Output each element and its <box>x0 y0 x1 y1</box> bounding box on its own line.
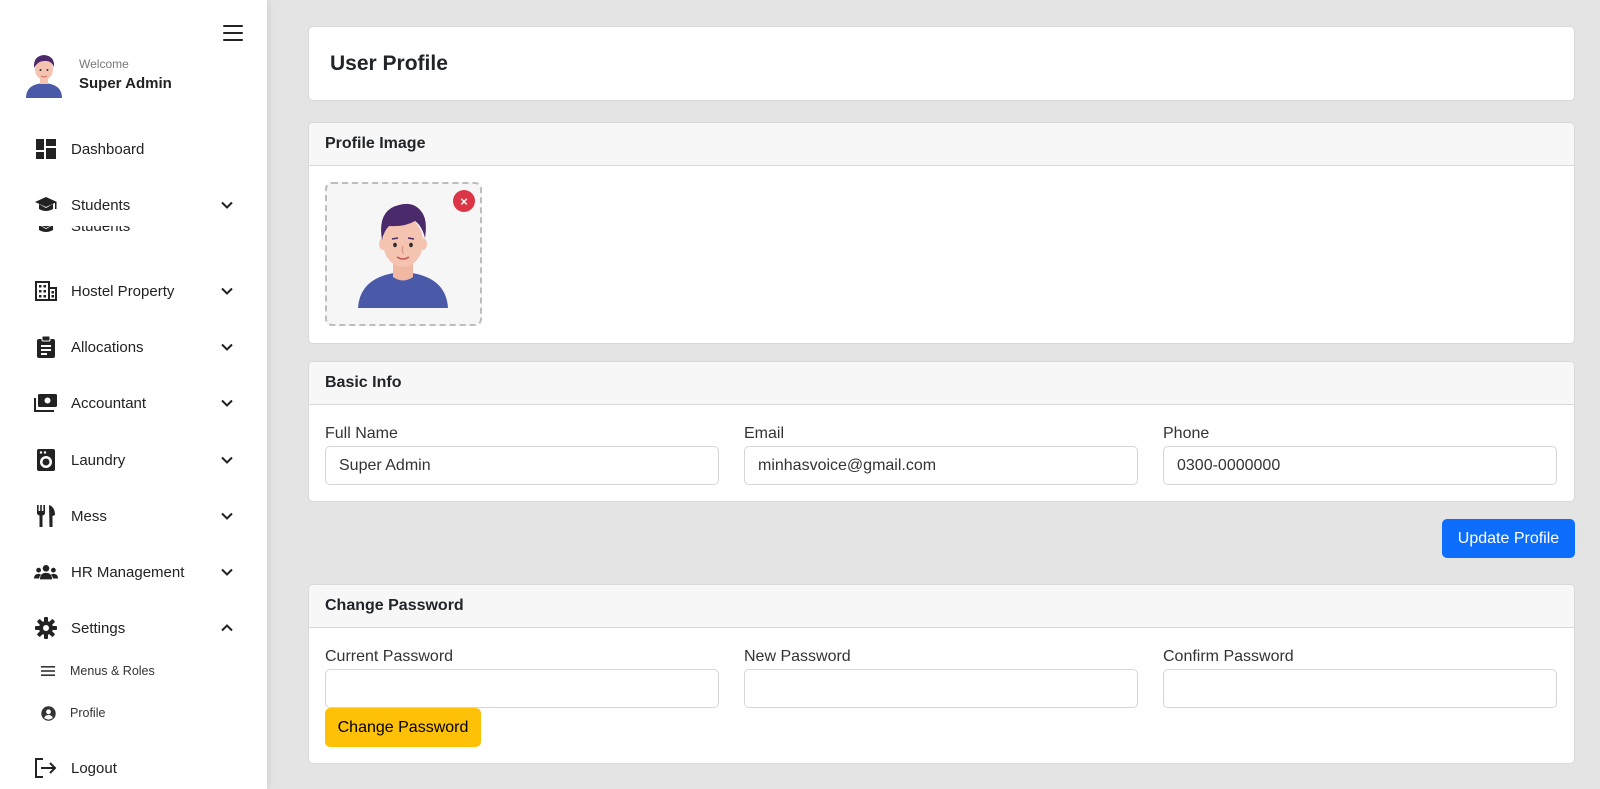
sidebar-subitem-menus-roles[interactable]: Menus & Roles <box>40 660 155 682</box>
sidebar-item-accountant[interactable]: Accountant <box>34 388 234 418</box>
new-password-label: New Password <box>744 648 851 665</box>
sidebar-item-laundry[interactable]: Laundry <box>34 445 234 475</box>
profile-image-header: Profile Image <box>309 123 1574 166</box>
sidebar-item-dashboard[interactable]: Dashboard <box>34 134 234 164</box>
sidebar-item-ghost: Students <box>34 226 234 238</box>
chevron-down-icon <box>221 456 233 464</box>
sidebar-item-label: Hostel Property <box>71 282 175 300</box>
update-profile-button[interactable]: Update Profile <box>1442 519 1575 558</box>
graduation-cap-icon <box>39 226 53 232</box>
sidebar-item-label: HR Management <box>71 563 185 581</box>
phone-label: Phone <box>1163 425 1210 442</box>
avatar <box>26 55 62 98</box>
sidebar-item-label: Laundry <box>71 451 126 469</box>
chevron-down-icon <box>221 512 233 520</box>
sidebar-item-label: Settings <box>71 619 126 637</box>
sidebar-subitem-label: Menus & Roles <box>70 664 155 678</box>
sidebar-subitem-profile[interactable]: Profile <box>40 702 105 724</box>
page-title: User Profile <box>330 51 448 75</box>
current-password-input[interactable] <box>325 669 719 708</box>
user-panel: Welcome Super Admin <box>24 50 172 98</box>
current-password-group: Current Password <box>325 648 719 708</box>
phone-group: Phone <box>1163 425 1557 485</box>
utensils-icon <box>34 504 58 528</box>
email-input[interactable] <box>744 446 1138 485</box>
sidebar: Welcome Super Admin Dashboard Students S… <box>0 0 267 789</box>
chevron-down-icon <box>221 201 233 209</box>
users-icon <box>34 560 58 584</box>
remove-image-button[interactable]: × <box>453 190 475 212</box>
current-password-label: Current Password <box>325 648 454 665</box>
full-name-input[interactable] <box>325 446 719 485</box>
building-icon <box>34 279 58 303</box>
change-password-card: Change Password Current Password New Pas… <box>308 584 1575 764</box>
new-password-group: New Password <box>744 648 1138 708</box>
chevron-down-icon <box>221 399 233 407</box>
sidebar-item-logout[interactable]: Logout <box>34 753 234 783</box>
full-name-label: Full Name <box>325 425 398 442</box>
sidebar-item-mess[interactable]: Mess <box>34 501 234 531</box>
user-circle-icon <box>40 705 56 721</box>
hamburger-menu-icon[interactable] <box>223 25 243 41</box>
sidebar-item-allocations[interactable]: Allocations <box>34 332 234 362</box>
basic-info-card: Basic Info Full Name Email Phone <box>308 361 1575 502</box>
change-password-row: Current Password New Password Confirm Pa… <box>325 648 1557 708</box>
change-password-header: Change Password <box>309 585 1574 628</box>
logout-icon <box>34 756 58 780</box>
welcome-text: Welcome <box>79 56 129 71</box>
email-label: Email <box>744 425 785 442</box>
basic-info-header: Basic Info <box>309 362 1574 405</box>
list-icon <box>40 663 56 679</box>
sidebar-item-label: Mess <box>71 507 107 525</box>
change-password-button[interactable]: Change Password <box>325 708 481 747</box>
profile-image-card: Profile Image × <box>308 122 1575 344</box>
gear-icon <box>34 616 58 640</box>
sidebar-item-label: Students <box>71 196 131 214</box>
sidebar-item-hostel-property[interactable]: Hostel Property <box>34 276 234 306</box>
chevron-up-icon <box>221 624 233 632</box>
chevron-down-icon <box>221 287 233 295</box>
sidebar-item-students[interactable]: Students <box>34 190 234 220</box>
basic-info-row: Full Name Email Phone <box>325 425 1557 485</box>
sidebar-item-label: Accountant <box>71 394 147 412</box>
email-group: Email <box>744 425 1138 485</box>
page-title-card: User Profile <box>308 26 1575 101</box>
sidebar-item-label: Logout <box>71 759 117 777</box>
confirm-password-label: Confirm Password <box>1163 648 1294 665</box>
sidebar-item-label: Students <box>71 226 131 235</box>
sidebar-item-settings[interactable]: Settings <box>34 613 234 643</box>
graduation-cap-icon <box>34 193 58 217</box>
phone-input[interactable] <box>1163 446 1557 485</box>
chevron-down-icon <box>221 568 233 576</box>
sidebar-subitem-label: Profile <box>70 706 106 720</box>
sidebar-item-label: Allocations <box>71 338 144 356</box>
user-name: Super Admin <box>79 74 172 92</box>
sidebar-item-hr-management[interactable]: HR Management <box>34 557 234 587</box>
confirm-password-group: Confirm Password <box>1163 648 1557 708</box>
dashboard-icon <box>34 137 58 161</box>
clipboard-icon <box>34 335 58 359</box>
new-password-input[interactable] <box>744 669 1138 708</box>
profile-image-dropzone[interactable]: × <box>325 182 482 326</box>
washing-machine-icon <box>34 448 58 472</box>
sidebar-item-label: Dashboard <box>71 140 145 158</box>
full-name-group: Full Name <box>325 425 719 485</box>
money-icon <box>34 391 58 415</box>
chevron-down-icon <box>221 343 233 351</box>
confirm-password-input[interactable] <box>1163 669 1557 708</box>
